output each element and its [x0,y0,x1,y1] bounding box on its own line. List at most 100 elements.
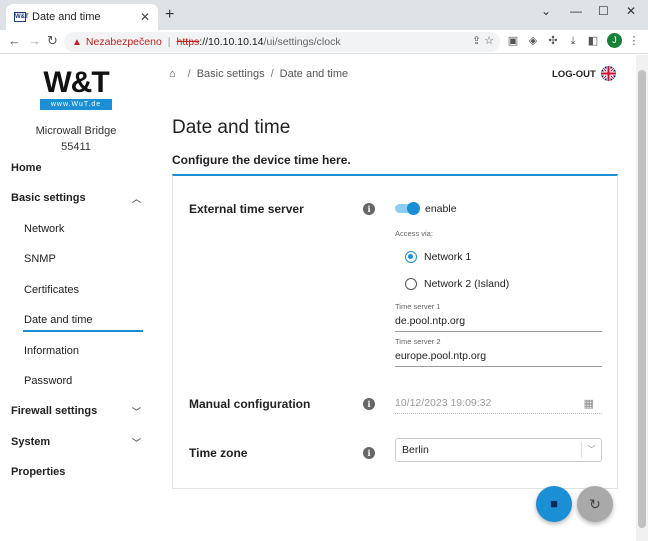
radio-label-network-1[interactable]: Network 1 [424,251,471,263]
sidebar-item-label: Home [11,162,42,174]
time-zone-select[interactable]: Berlin ﹀ [395,438,602,462]
tab-title: Date and time [32,11,101,23]
sidebar-item-firewall-settings[interactable]: Firewall settings ﹀ [11,405,143,417]
radio-network-2[interactable] [405,278,417,290]
sidebar: W&T www.WuT.de Microwall Bridge 55411 Ho… [0,55,152,541]
manual-configuration-label: Manual configuration [189,397,311,411]
radio-network-1[interactable] [405,251,417,263]
logo-url: www.WuT.de [40,99,112,110]
close-tab-icon[interactable]: ✕ [140,10,150,24]
sidebar-item-information[interactable]: Information [24,345,143,357]
enable-toggle[interactable] [395,202,420,215]
sidebar-item-label: Basic settings [11,192,86,204]
sidebar-item-snmp[interactable]: SNMP [24,253,143,265]
home-icon[interactable]: ⌂ [169,68,176,80]
security-label[interactable]: Nezabezpečeno [86,36,162,48]
calendar-icon: ▦ [583,398,594,410]
device-info: Microwall Bridge 55411 [0,123,152,155]
sidebar-item-label: Certificates [24,284,80,296]
logout-button[interactable]: LOG-OUT [552,69,596,80]
sidebar-item-password[interactable]: Password [24,375,143,387]
share-bookmark-icons[interactable]: ⇪ ☆ [472,34,494,47]
time-server-1-label: Time server 1 [395,302,441,311]
browser-toolbar: ← → ↻ ▲ Nezabezpečeno | https://10.10.10… [0,30,648,54]
reset-button[interactable]: ↻ [577,486,613,522]
puzzle-icon[interactable]: ✣ [546,34,560,48]
sidebar-item-network[interactable]: Network [24,223,143,235]
sidebar-item-system[interactable]: System ﹀ [11,436,143,448]
reload-icon[interactable]: ↻ [47,33,58,49]
menu-icon[interactable]: ⋮ [627,34,641,48]
extension-icon[interactable]: ▣ [506,34,520,48]
maximize-icon[interactable]: ☐ [598,4,609,18]
enable-label: enable [425,203,457,215]
back-icon[interactable]: ← [8,33,21,48]
chevron-up-icon: ︿ [131,194,141,204]
time-zone-value: Berlin [402,444,429,456]
manual-datetime-value: 10/12/2023 19:09:32 [395,397,492,409]
main-content: ⌂ / Basic settings / Date and time LOG-O… [152,55,636,541]
new-tab-button[interactable]: + [165,6,174,24]
sidebar-item-label: Password [24,375,73,387]
save-icon: ■ [550,496,558,511]
breadcrumb-item: Date and time [279,68,349,80]
extension-icon[interactable]: ◈ [526,34,540,48]
logo-text: W&T [43,66,109,99]
manual-datetime-field: 10/12/2023 19:09:32 ▦ [395,393,602,414]
url-path: /ui/settings/clock [263,36,341,48]
page-title: Date and time [172,117,291,138]
time-zone-label: Time zone [189,446,248,460]
info-icon[interactable]: i [363,203,375,215]
url-host: ://10.10.10.14 [199,36,264,48]
side-panel-icon[interactable]: ◧ [586,34,600,48]
info-icon[interactable]: i [363,447,375,459]
breadcrumb-separator: / [270,68,274,80]
time-server-1-field[interactable]: Time server 1 de.pool.ntp.org [395,302,602,332]
breadcrumb-separator: / [187,68,191,80]
sidebar-item-label: Properties [11,466,66,478]
sidebar-item-date-and-time[interactable]: Date and time [23,314,143,332]
url-scheme: https [176,36,200,48]
toggle-thumb [407,202,420,215]
radio-label-network-2[interactable]: Network 2 (Island) [424,278,509,290]
sidebar-item-properties[interactable]: Properties [11,466,143,478]
device-name: Microwall Bridge [35,125,117,137]
minimize-icon[interactable]: — [570,4,582,18]
breadcrumb: ⌂ / Basic settings / Date and time [169,68,348,80]
scrollbar-thumb[interactable] [638,70,646,528]
sidebar-item-label: Date and time [24,314,93,326]
external-time-server-label: External time server [189,202,304,216]
page-subtitle: Configure the device time here. [172,153,351,167]
settings-card: External time server i enable Access via… [172,174,618,489]
favicon-icon: W&T [14,12,29,22]
web-page: W&T www.WuT.de Microwall Bridge 55411 Ho… [0,55,636,541]
sidebar-item-home[interactable]: Home [11,162,143,174]
close-window-icon[interactable]: ✕ [626,4,636,18]
wut-logo: W&T www.WuT.de [40,68,112,110]
browser-tab[interactable]: W&T Date and time ✕ [6,4,158,30]
time-server-1-input[interactable]: de.pool.ntp.org [395,315,602,332]
download-icon[interactable]: ⤓ [566,34,580,48]
profile-avatar[interactable]: J [607,33,622,48]
info-icon[interactable]: i [363,398,375,410]
sidebar-item-label: System [11,436,51,448]
manual-datetime-input: 10/12/2023 19:09:32 ▦ [395,397,602,414]
uk-flag-icon[interactable] [601,66,616,81]
address-bar[interactable]: ▲ Nezabezpečeno | https://10.10.10.14/ui… [64,32,500,52]
breadcrumb-item[interactable]: Basic settings [197,68,265,80]
address-separator: | [167,36,171,48]
forward-icon[interactable]: → [28,33,41,48]
time-server-2-input[interactable]: europe.pool.ntp.org [395,350,602,367]
device-number: 55411 [61,141,91,153]
access-via-label: Access via: [395,229,433,238]
time-server-2-field[interactable]: Time server 2 europe.pool.ntp.org [395,337,602,367]
sidebar-item-certificates[interactable]: Certificates [24,284,143,296]
chevron-down-icon: ﹀ [581,442,601,458]
chevron-down-icon: ﹀ [131,407,141,417]
chevron-down-icon: ﹀ [131,438,141,448]
sidebar-item-basic-settings[interactable]: Basic settings ︿ [11,192,143,204]
tab-search-icon[interactable]: ⌄ [541,4,551,18]
save-button[interactable]: ■ [536,486,572,522]
sidebar-item-label: SNMP [24,253,56,265]
warning-icon[interactable]: ▲ [72,37,82,48]
